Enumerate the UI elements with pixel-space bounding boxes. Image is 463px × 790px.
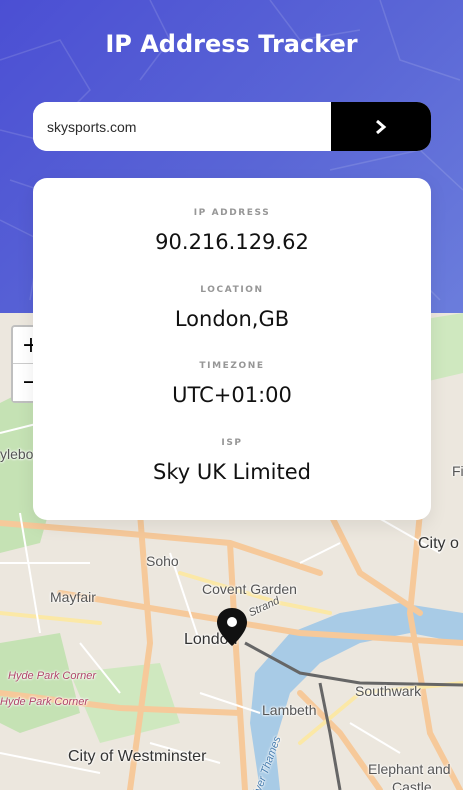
chevron-right-icon	[376, 119, 387, 134]
page-title: IP Address Tracker	[105, 30, 358, 58]
map-label-hyde-park-corner-1: Hyde Park Corner	[8, 670, 97, 682]
map-label-fi: Fi	[452, 463, 463, 479]
map-label-soho: Soho	[146, 553, 179, 569]
map-label-hyde-park-corner-2: Hyde Park Corner	[0, 696, 89, 708]
map-label-city-of-westminster: City of Westminster	[68, 748, 207, 765]
isp-value: Sky UK Limited	[153, 460, 311, 484]
isp-label: ISP	[221, 438, 243, 448]
location-label: LOCATION	[200, 285, 264, 295]
map-label-elephant-and: Elephant and	[368, 761, 451, 777]
map-label-city-of: City o	[418, 535, 459, 552]
search-input[interactable]	[33, 102, 331, 151]
timezone-label: TIMEZONE	[199, 361, 265, 371]
location-section: LOCATION London,GB	[33, 285, 431, 331]
isp-section: ISP Sky UK Limited	[33, 438, 431, 484]
search-submit-button[interactable]	[331, 102, 431, 151]
ip-info-card: IP ADDRESS 90.216.129.62 LOCATION London…	[33, 178, 431, 520]
map-label-southwark: Southwark	[355, 683, 422, 699]
map-label-marylebone: ylebo	[0, 446, 34, 462]
map-label-lambeth: Lambeth	[262, 702, 317, 718]
timezone-section: TIMEZONE UTC+01:00	[33, 361, 431, 407]
ip-address-section: IP ADDRESS 90.216.129.62	[33, 208, 431, 254]
location-pin-icon[interactable]	[216, 607, 248, 647]
ip-address-value: 90.216.129.62	[155, 230, 309, 254]
location-value: London,GB	[174, 307, 290, 331]
timezone-value: UTC+01:00	[172, 383, 292, 407]
ip-address-label: IP ADDRESS	[193, 208, 271, 218]
map-label-covent-garden: Covent Garden	[202, 581, 297, 597]
map-label-castle: Castle	[392, 779, 432, 790]
search-bar	[33, 102, 431, 151]
map-label-mayfair: Mayfair	[50, 589, 96, 605]
